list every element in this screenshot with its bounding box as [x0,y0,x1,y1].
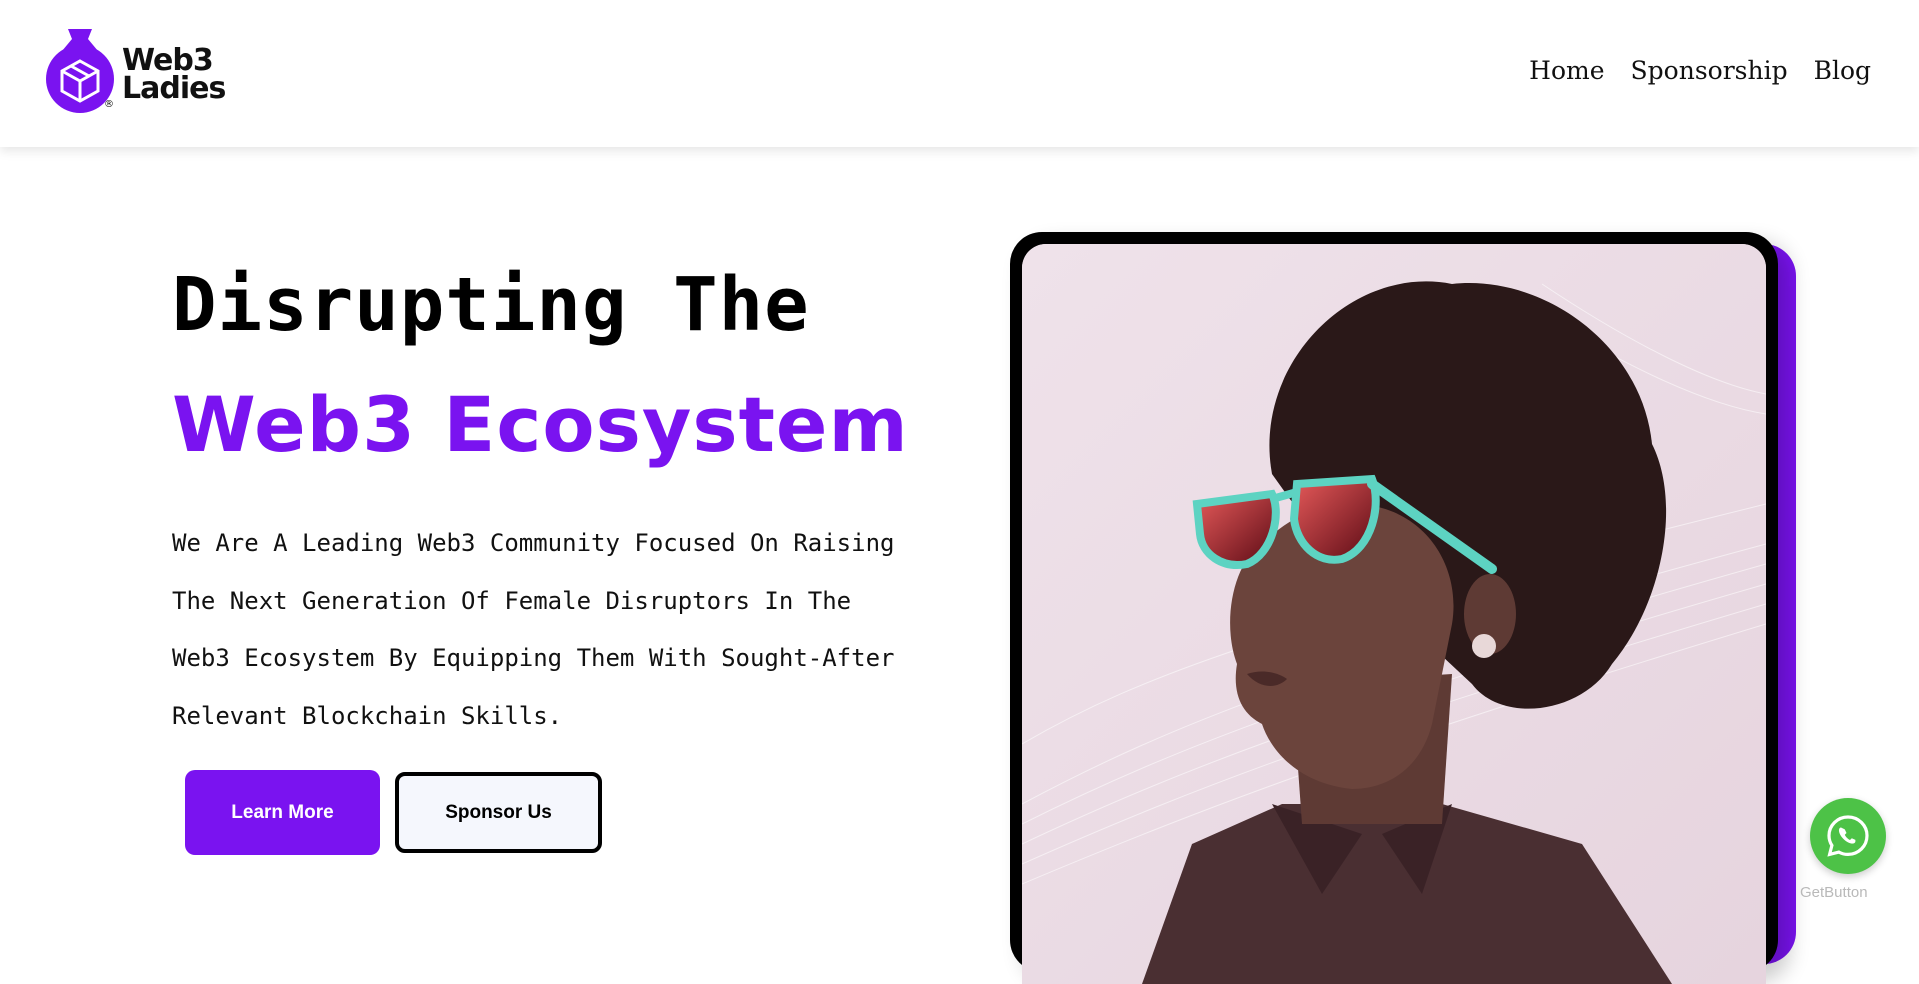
getbutton-link[interactable]: GetButton [1800,884,1868,901]
getbutton-label: GetButton [1800,884,1868,901]
main-nav: Home Sponsorship Blog [1529,56,1871,85]
nav-item-blog[interactable]: Blog [1814,56,1871,85]
whatsapp-button[interactable] [1810,798,1886,874]
hero-photo [1022,244,1766,984]
registered-mark: ® [104,99,114,110]
logo-line2: Ladies [122,71,226,106]
nav-item-home[interactable]: Home [1529,56,1604,85]
hero-title-line1: Disrupting The [172,262,810,348]
hero-title-line2: Web3 Ecosystem [172,380,909,469]
site-logo[interactable]: Web3 Ladies ® [42,29,242,114]
learn-more-button[interactable]: Learn More [185,770,380,855]
logo-wordmark: Web3 Ladies [122,46,226,106]
hero-photo-illustration [1022,244,1766,984]
whatsapp-icon [1827,815,1869,857]
hero-image-frame [1010,232,1778,984]
hero-description: We Are A Leading Web3 Community Focused … [172,529,895,730]
sponsor-us-button[interactable]: Sponsor Us [395,772,602,853]
nav-item-sponsorship[interactable]: Sponsorship [1631,56,1788,85]
site-header: Web3 Ladies ® Home Sponsorship Blog [0,0,1919,147]
